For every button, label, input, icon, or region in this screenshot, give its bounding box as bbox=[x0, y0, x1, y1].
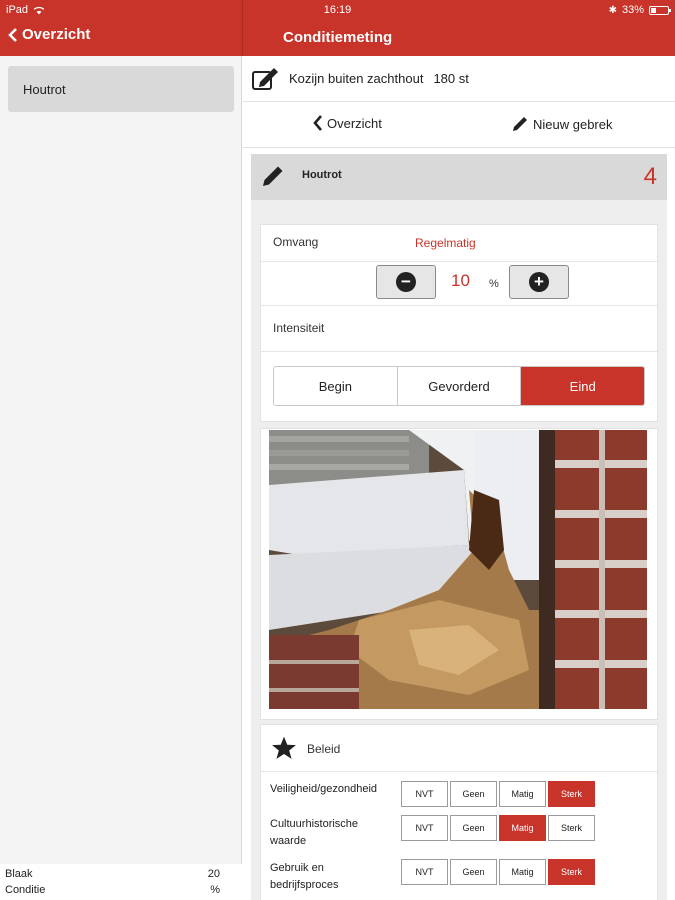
option-nvt[interactable]: NVT bbox=[401, 859, 448, 885]
intensity-option-begin[interactable]: Begin bbox=[274, 367, 398, 405]
intensity-option-gevorderd[interactable]: Gevorderd bbox=[397, 367, 522, 405]
new-defect-label: Nieuw gebrek bbox=[533, 116, 613, 132]
option-sterk[interactable]: Sterk bbox=[548, 859, 595, 885]
percent-unit: % bbox=[489, 278, 499, 290]
omvang-value: Regelmatig bbox=[415, 236, 476, 250]
percent-value: 10 bbox=[451, 271, 470, 290]
intensity-option-eind[interactable]: Eind bbox=[521, 367, 644, 405]
star-icon bbox=[272, 736, 296, 759]
defect-panel: Houtrot 4 Omvang Regelmatig − 10 % + Int… bbox=[251, 154, 667, 900]
minus-icon: − bbox=[396, 272, 416, 292]
intensity-selector: Begin Gevorderd Eind bbox=[273, 366, 645, 406]
footer-row: Conditie % bbox=[5, 884, 220, 896]
plus-icon: + bbox=[529, 272, 549, 292]
option-sterk[interactable]: Sterk bbox=[548, 781, 595, 807]
footer-value: % bbox=[210, 884, 220, 896]
app-root: iPad 16:19 ✱ 33% Overzicht Conditiemetin… bbox=[0, 0, 675, 900]
beleid-card: Beleid Veiligheid/gezondheid NVT Geen Ma… bbox=[260, 724, 658, 900]
object-count: 180 st bbox=[433, 71, 469, 86]
measure-card: Omvang Regelmatig − 10 % + Intensiteit B… bbox=[260, 224, 658, 422]
option-nvt[interactable]: NVT bbox=[401, 781, 448, 807]
overview-button[interactable]: Overzicht bbox=[313, 115, 382, 131]
increase-button[interactable]: + bbox=[509, 265, 569, 299]
criterion-label: Cultuurhistorische waarde bbox=[270, 818, 359, 847]
chevron-left-icon bbox=[8, 27, 17, 42]
option-matig[interactable]: Matig bbox=[499, 781, 546, 807]
navigation-bar: iPad 16:19 ✱ 33% Overzicht Conditiemetin… bbox=[0, 0, 675, 56]
new-defect-button[interactable]: Nieuw gebrek bbox=[511, 115, 613, 133]
option-geen[interactable]: Geen bbox=[450, 781, 497, 807]
overview-label: Overzicht bbox=[327, 115, 382, 131]
sidebar-footer: Blaak 20 Conditie % bbox=[0, 864, 242, 900]
option-geen[interactable]: Geen bbox=[450, 859, 497, 885]
decrease-button[interactable]: − bbox=[376, 265, 436, 299]
option-matig[interactable]: Matig bbox=[499, 815, 546, 841]
object-header: Kozijn buiten zachthout 180 st bbox=[243, 56, 675, 102]
defect-number: 4 bbox=[643, 163, 657, 190]
pencil-icon bbox=[263, 166, 283, 186]
option-matig[interactable]: Matig bbox=[499, 859, 546, 885]
footer-label: Blaak bbox=[5, 868, 33, 880]
option-sterk[interactable]: Sterk bbox=[548, 815, 595, 841]
object-title: Kozijn buiten zachthout bbox=[289, 71, 424, 86]
criterion-label: Gebruik en bedrijfsproces bbox=[270, 862, 339, 891]
pencil-square-icon bbox=[252, 67, 278, 90]
main-content: Kozijn buiten zachthout 180 st Overzicht… bbox=[243, 56, 675, 900]
back-to-overview-button[interactable]: Overzicht bbox=[8, 26, 90, 43]
beleid-title: Beleid bbox=[307, 742, 341, 756]
footer-label: Conditie bbox=[5, 884, 46, 896]
battery-percent: 33% bbox=[621, 4, 644, 16]
criterion-label: Veiligheid/gezondheid bbox=[270, 783, 378, 795]
omvang-label: Omvang bbox=[273, 235, 319, 249]
back-label: Overzicht bbox=[22, 26, 91, 43]
defect-header: Houtrot 4 bbox=[251, 154, 667, 200]
option-geen[interactable]: Geen bbox=[450, 815, 497, 841]
sidebar: Houtrot Blaak 20 Conditie % bbox=[0, 56, 242, 900]
status-time: 16:19 bbox=[323, 4, 352, 16]
criterion-options: NVT Geen Matig Sterk bbox=[401, 859, 595, 885]
criterion-options: NVT Geen Matig Sterk bbox=[401, 815, 595, 841]
chevron-left-icon bbox=[313, 115, 322, 131]
nav-divider bbox=[242, 0, 243, 56]
intensiteit-label: Intensiteit bbox=[273, 321, 325, 335]
option-nvt[interactable]: NVT bbox=[401, 815, 448, 841]
footer-row: Blaak 20 bbox=[5, 868, 220, 880]
footer-value: 20 bbox=[207, 868, 220, 880]
defect-title: Houtrot bbox=[302, 169, 342, 181]
status-bar: iPad 16:19 ✱ 33% bbox=[0, 0, 675, 20]
sub-navigation: Overzicht Nieuw gebrek bbox=[243, 102, 675, 148]
bluetooth-icon: ✱ bbox=[608, 4, 617, 16]
sidebar-item-houtrot[interactable]: Houtrot bbox=[8, 66, 234, 112]
criterion-options: NVT Geen Matig Sterk bbox=[401, 781, 595, 807]
page-title: Conditiemeting bbox=[283, 29, 393, 46]
pencil-icon bbox=[513, 117, 527, 131]
defect-photo[interactable] bbox=[269, 430, 647, 709]
battery-icon bbox=[649, 5, 671, 15]
